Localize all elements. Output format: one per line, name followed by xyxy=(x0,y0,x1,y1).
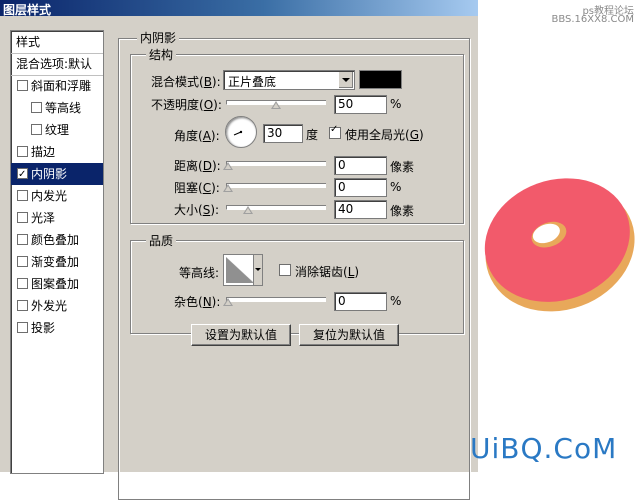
style-list-item[interactable]: 内发光 xyxy=(11,185,103,207)
contour-picker[interactable] xyxy=(223,254,263,286)
style-item-label: 斜面和浮雕 xyxy=(31,79,92,93)
choke-slider[interactable] xyxy=(223,179,326,193)
style-list-item[interactable]: 外发光 xyxy=(11,295,103,317)
inner-shadow-title: 内阴影 xyxy=(137,29,180,46)
style-list-item[interactable]: 纹理 xyxy=(11,119,103,141)
size-slider[interactable] xyxy=(226,201,326,215)
quality-group xyxy=(130,240,464,334)
choke-label: 阻塞(C): xyxy=(174,181,220,195)
global-light-label[interactable]: 使用全局光(G) xyxy=(345,126,424,143)
style-list-header[interactable]: 样式 xyxy=(11,31,103,53)
style-item-checkbox[interactable] xyxy=(17,80,28,91)
shadow-color-swatch[interactable] xyxy=(359,70,402,89)
contour-preview-icon xyxy=(226,257,254,283)
choke-input[interactable]: 0 xyxy=(334,178,387,197)
opacity-slider[interactable] xyxy=(226,96,326,110)
blend-mode-label: 混合模式(B): xyxy=(151,75,221,89)
opacity-unit: % xyxy=(390,97,402,111)
layer-style-dialog: 样式 混合选项:默认 斜面和浮雕等高线纹理描边内阴影内发光光泽颜色叠加渐变叠加图… xyxy=(0,16,478,500)
choke-slider-thumb[interactable] xyxy=(223,184,233,192)
choke-unit: % xyxy=(390,180,402,194)
style-list-item[interactable]: 描边 xyxy=(11,141,103,163)
distance-slider-thumb[interactable] xyxy=(223,162,233,170)
size-input[interactable]: 40 xyxy=(334,200,387,219)
style-item-label: 内阴影 xyxy=(31,167,68,181)
style-item-checkbox[interactable] xyxy=(17,278,28,289)
global-light-checkbox[interactable] xyxy=(329,124,341,139)
noise-unit: % xyxy=(390,294,402,308)
noise-slider[interactable] xyxy=(223,293,326,307)
style-list-item[interactable]: 等高线 xyxy=(11,97,103,119)
style-item-checkbox[interactable] xyxy=(17,256,28,267)
blend-mode-value: 正片叠底 xyxy=(228,75,277,89)
style-list-item[interactable]: 斜面和浮雕 xyxy=(11,75,103,97)
style-list-item[interactable]: 内阴影 xyxy=(11,163,103,186)
reset-default-button[interactable]: 复位为默认值 xyxy=(299,324,399,346)
set-default-button[interactable]: 设置为默认值 xyxy=(191,324,291,346)
opacity-input[interactable]: 50 xyxy=(334,95,387,114)
blend-mode-select[interactable]: 正片叠底 xyxy=(223,70,355,90)
style-item-label: 等高线 xyxy=(45,101,82,115)
distance-input[interactable]: 0 xyxy=(334,156,387,175)
style-item-checkbox[interactable] xyxy=(17,212,28,223)
style-item-label: 内发光 xyxy=(31,189,68,203)
donut-preview-image xyxy=(484,178,635,312)
contour-label: 等高线: xyxy=(179,266,220,280)
angle-input[interactable]: 30 xyxy=(263,124,303,143)
style-item-label: 外发光 xyxy=(31,299,68,313)
style-item-label: 投影 xyxy=(31,321,56,335)
style-item-checkbox[interactable] xyxy=(17,190,28,201)
style-item-checkbox[interactable] xyxy=(17,146,28,157)
angle-dial[interactable] xyxy=(225,116,257,148)
style-item-label: 图案叠加 xyxy=(31,277,80,291)
watermark-line2: BBS.16XX8.COM xyxy=(551,14,634,25)
antialias-checkbox[interactable] xyxy=(279,264,291,276)
noise-input[interactable]: 0 xyxy=(334,292,387,311)
style-item-checkbox[interactable] xyxy=(17,234,28,245)
style-list: 样式 混合选项:默认 斜面和浮雕等高线纹理描边内阴影内发光光泽颜色叠加渐变叠加图… xyxy=(10,30,104,474)
size-unit: 像素 xyxy=(390,204,415,218)
opacity-label: 不透明度(O): xyxy=(151,98,222,112)
distance-slider[interactable] xyxy=(223,157,326,171)
angle-unit: 度 xyxy=(306,128,319,142)
style-item-checkbox[interactable] xyxy=(17,164,28,186)
structure-title: 结构 xyxy=(146,46,177,63)
style-item-checkbox[interactable] xyxy=(31,124,42,135)
opacity-slider-thumb[interactable] xyxy=(271,101,281,109)
noise-label: 杂色(N): xyxy=(174,295,221,309)
style-list-item[interactable]: 颜色叠加 xyxy=(11,229,103,251)
style-list-item[interactable]: 投影 xyxy=(11,317,103,339)
style-item-label: 光泽 xyxy=(31,211,56,225)
style-item-label: 颜色叠加 xyxy=(31,233,80,247)
style-list-item[interactable]: 图案叠加 xyxy=(11,273,103,295)
window-titlebar[interactable]: 图层样式 xyxy=(0,0,478,17)
noise-slider-thumb[interactable] xyxy=(223,298,233,306)
distance-unit: 像素 xyxy=(390,160,415,174)
style-item-checkbox[interactable] xyxy=(17,322,28,333)
style-list-item[interactable]: 渐变叠加 xyxy=(11,251,103,273)
style-item-checkbox[interactable] xyxy=(31,102,42,113)
style-list-item[interactable]: 光泽 xyxy=(11,207,103,229)
angle-dial-needle xyxy=(233,130,243,136)
antialias-label[interactable]: 消除锯齿(L) xyxy=(295,263,359,280)
chevron-down-icon[interactable] xyxy=(253,255,262,285)
distance-label: 距离(D): xyxy=(174,159,221,173)
quality-title: 品质 xyxy=(146,232,177,249)
brand-logo-text: UiBQ.CoM xyxy=(470,432,618,465)
blend-options-item[interactable]: 混合选项:默认 xyxy=(11,53,103,75)
style-item-label: 渐变叠加 xyxy=(31,255,80,269)
style-item-label: 描边 xyxy=(31,145,56,159)
chevron-down-icon[interactable] xyxy=(338,72,353,88)
size-label: 大小(S): xyxy=(174,203,220,217)
angle-label: 角度(A): xyxy=(174,129,220,143)
size-slider-thumb[interactable] xyxy=(243,206,253,214)
style-item-checkbox[interactable] xyxy=(17,300,28,311)
style-item-label: 纹理 xyxy=(45,123,70,137)
